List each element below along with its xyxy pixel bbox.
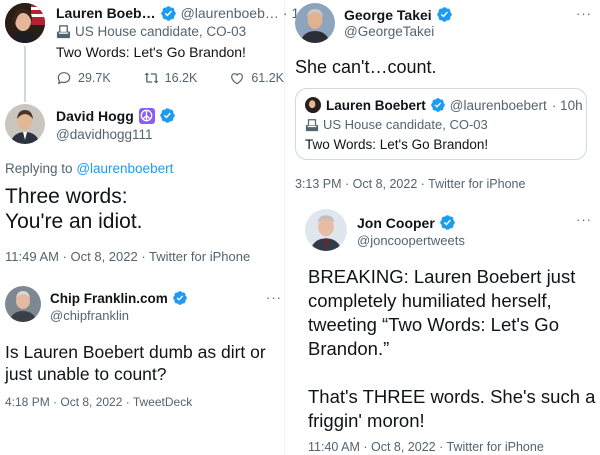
- hogg-meta[interactable]: 11:49 AM · Oct 8, 2022 · Twitter for iPh…: [5, 249, 250, 264]
- verified-badge-icon: [160, 5, 177, 22]
- avatar-hogg[interactable]: [5, 104, 45, 144]
- avatar-cooper[interactable]: [305, 209, 347, 251]
- like-icon: [231, 73, 244, 85]
- like-button[interactable]: 61.2K: [229, 70, 284, 86]
- franklin-portrait-icon: [5, 286, 41, 322]
- boebert-handle[interactable]: @laurenboeb…: [181, 5, 279, 21]
- cooper-tweet-line: Brandon.”: [308, 338, 390, 359]
- hogg-handle[interactable]: @davidhogg111: [56, 127, 153, 142]
- cooper-name[interactable]: Jon Cooper: [357, 215, 435, 231]
- column-divider: [284, 0, 285, 455]
- verified-badge-icon: [430, 97, 446, 113]
- quoted-handle: @laurenboebert: [449, 97, 547, 113]
- boebert-portrait-icon: [5, 3, 45, 43]
- replying-to-label: Replying to: [5, 161, 73, 176]
- ballot-box-icon: [56, 24, 71, 39]
- franklin-tweet-line: Is Lauren Boebert dumb as dirt or: [5, 342, 266, 362]
- avatar-boebert[interactable]: [5, 3, 45, 43]
- replying-to-link[interactable]: @laurenboebert: [76, 161, 173, 176]
- retweet-count: 16.2K: [164, 71, 198, 85]
- franklin-name[interactable]: Chip Franklin.com: [50, 291, 168, 306]
- cooper-tweet-line: BREAKING: Lauren Boebert just: [308, 266, 576, 287]
- boebert-name[interactable]: Lauren Boeb…: [56, 5, 156, 21]
- retweet-icon: [144, 72, 159, 84]
- takei-meta[interactable]: 3:13 PM · Oct 8, 2022 · Twitter for iPho…: [295, 177, 525, 191]
- takei-portrait-icon: [295, 3, 335, 43]
- thread-connector: [24, 46, 26, 102]
- reply-icon: [57, 72, 71, 85]
- like-count: 61.2K: [251, 71, 285, 85]
- hogg-name[interactable]: David Hogg: [56, 108, 134, 124]
- cooper-handle[interactable]: @joncoopertweets: [357, 233, 465, 248]
- takei-name[interactable]: George Takei: [344, 7, 432, 23]
- takei-handle[interactable]: @GeorgeTakei: [344, 24, 434, 39]
- more-icon[interactable]: ···: [576, 212, 592, 227]
- quoted-tweet-text: Two Words: Let's Go Brandon!: [305, 137, 489, 152]
- franklin-handle[interactable]: @chipfranklin: [50, 308, 129, 323]
- avatar-boebert-quoted: [305, 97, 321, 113]
- verified-badge-icon: [436, 6, 453, 23]
- cooper-meta[interactable]: 11:40 AM · Oct 8, 2022 · Twitter for iPh…: [308, 440, 544, 454]
- more-icon[interactable]: ···: [266, 290, 282, 305]
- quoted-time: · 10h: [551, 97, 583, 113]
- cooper-tweet-line: friggin' moron!: [308, 410, 425, 431]
- verified-badge-icon: [172, 290, 188, 306]
- hogg-tweet-line: Three words:: [5, 185, 128, 208]
- cooper-tweet-line: That's THREE words. She's such a: [308, 386, 596, 407]
- takei-tweet-text: She can't…count.: [295, 57, 437, 77]
- verified-badge-icon: [159, 107, 176, 124]
- boebert-tweet-text: Two Words: Let's Go Brandon!: [56, 44, 246, 60]
- hogg-tweet-line: You're an idiot.: [5, 210, 143, 233]
- cooper-tweet-line: completely humiliated herself,: [308, 290, 552, 311]
- franklin-meta[interactable]: 4:18 PM · Oct 8, 2022 · TweetDeck: [5, 395, 192, 409]
- reply-count: 29.7K: [78, 71, 111, 85]
- verified-badge-icon: [439, 214, 456, 231]
- more-icon[interactable]: ···: [576, 6, 592, 21]
- ballot-box-icon: [305, 118, 319, 132]
- cooper-portrait-icon: [305, 209, 347, 251]
- avatar-franklin[interactable]: [5, 286, 41, 322]
- peace-icon: [138, 107, 155, 124]
- reply-button[interactable]: 29.7K: [56, 70, 111, 86]
- avatar-takei[interactable]: [295, 3, 335, 43]
- cooper-tweet-line: tweeting “Two Words: Let's Go: [308, 314, 559, 335]
- franklin-tweet-line: just unable to count?: [5, 364, 167, 384]
- hogg-portrait-icon: [5, 104, 45, 144]
- quoted-bio: US House candidate, CO-03: [323, 117, 488, 132]
- boebert-portrait-icon: [305, 97, 321, 113]
- retweet-button[interactable]: 16.2K: [143, 70, 198, 86]
- boebert-bio: US House candidate, CO-03: [75, 24, 247, 39]
- quoted-name: Lauren Boebert: [326, 97, 426, 113]
